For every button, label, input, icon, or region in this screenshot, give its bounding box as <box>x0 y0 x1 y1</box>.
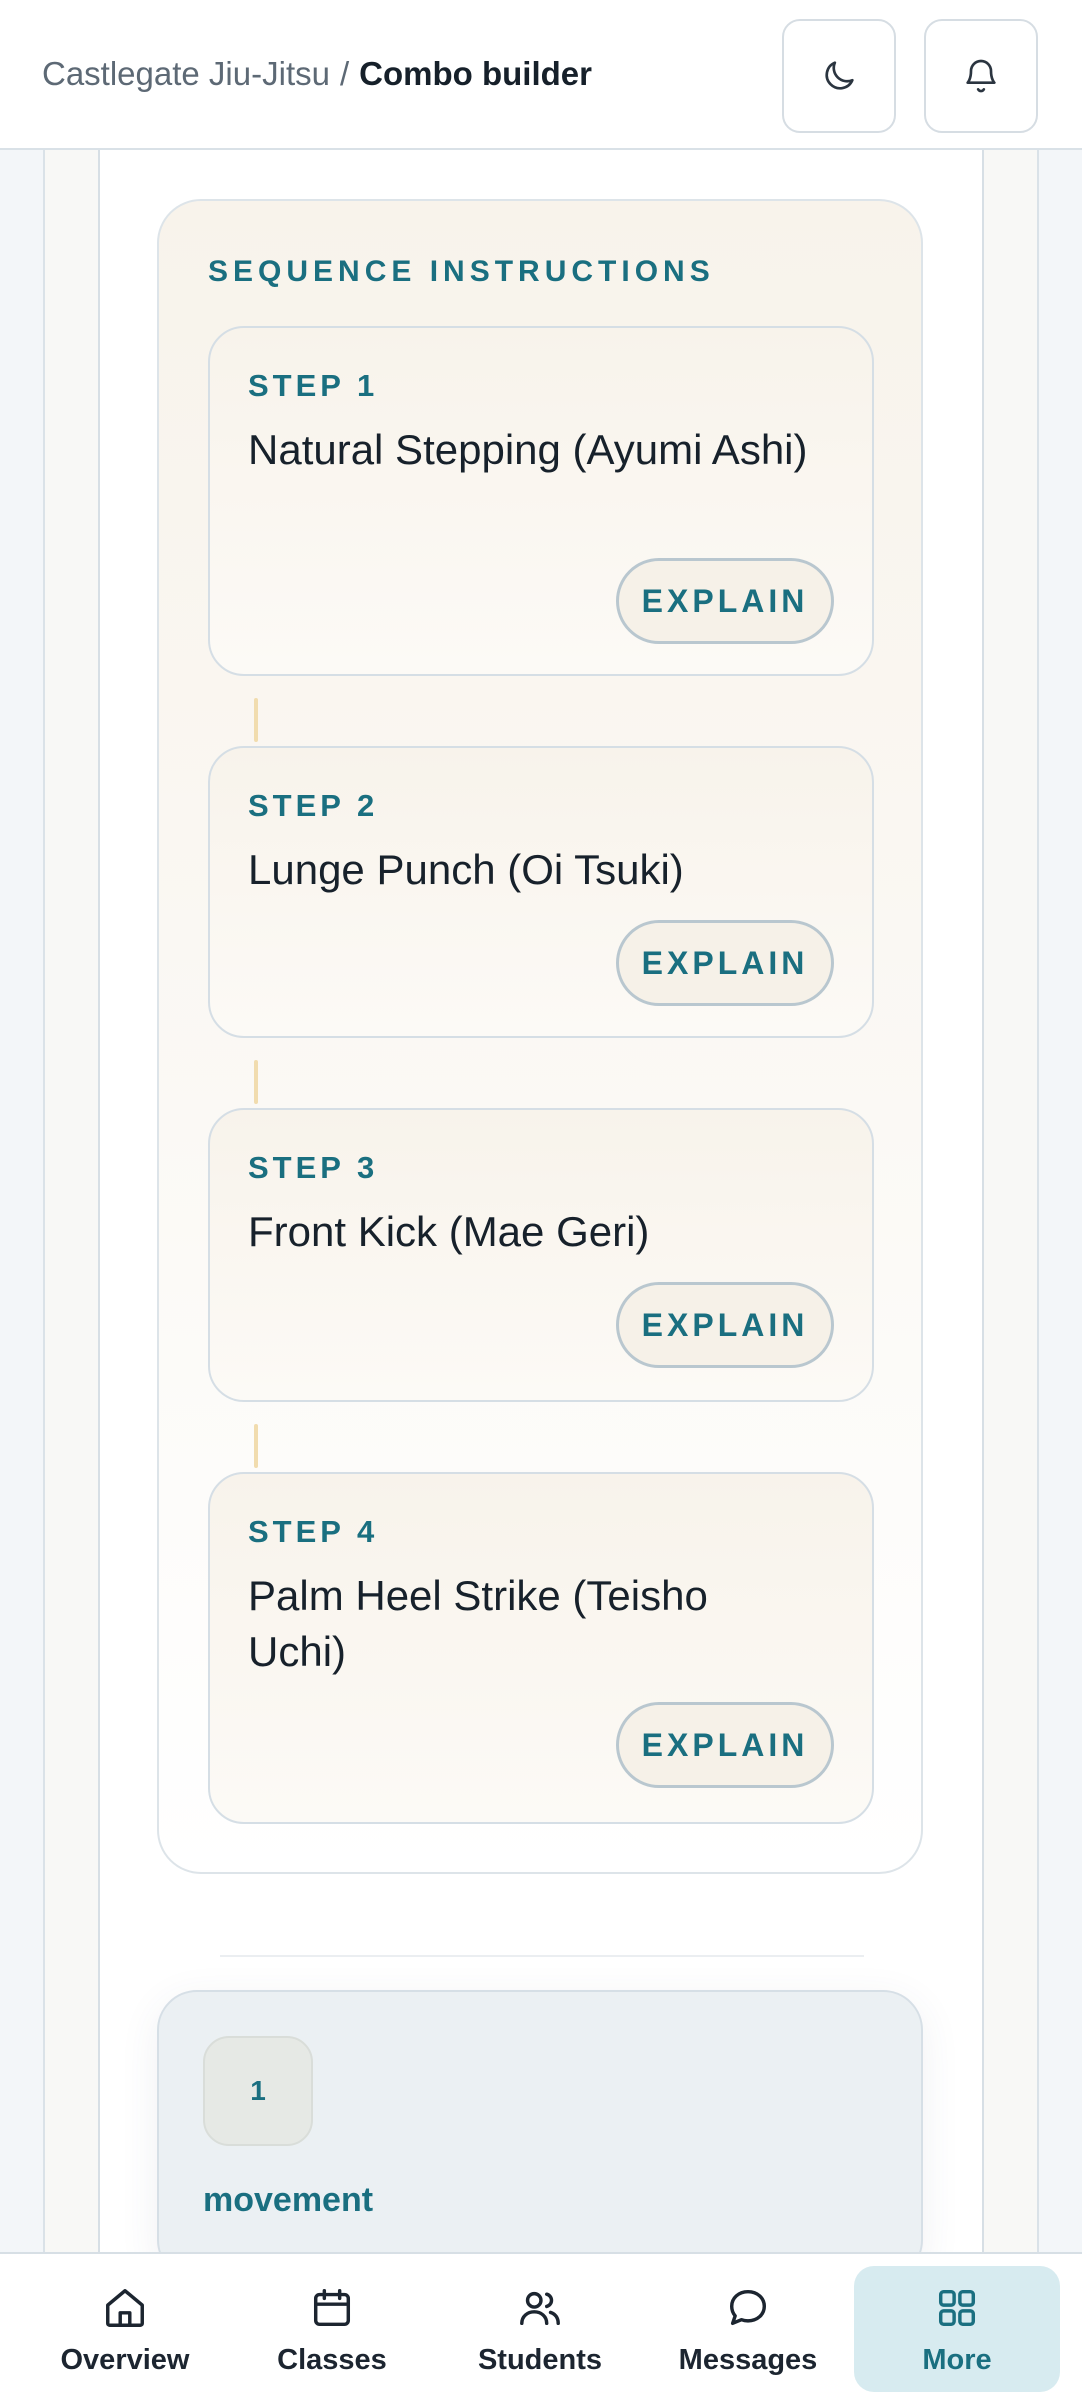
step-label: STEP 4 <box>248 1514 379 1549</box>
step-connector <box>254 1060 258 1104</box>
nav-label: Overview <box>60 2344 190 2376</box>
step-label: STEP 3 <box>248 1150 379 1185</box>
step-card-4: STEP 4 Palm Heel Strike (Teisho Uchi) EX… <box>208 1472 874 1824</box>
step-label: STEP 1 <box>248 368 379 403</box>
users-icon <box>520 2291 560 2326</box>
chat-bubble-icon <box>729 2289 767 2326</box>
step-label: STEP 2 <box>248 788 379 823</box>
nav-item-messages[interactable]: Messages <box>648 2266 848 2392</box>
breadcrumb-parent-link[interactable]: Castlegate Jiu-Jitsu <box>42 55 330 92</box>
nav-label: More <box>922 2344 992 2376</box>
nav-item-students[interactable]: Students <box>440 2266 640 2392</box>
notifications-button[interactable] <box>924 19 1038 133</box>
nav-label: Students <box>477 2344 603 2376</box>
step-card-3: STEP 3 Front Kick (Mae Geri) EXPLAIN <box>208 1108 874 1402</box>
bottom-navigation: Overview Classes Students Messages More <box>0 2252 1082 2402</box>
movement-label: movement <box>203 2181 374 2219</box>
movement-card[interactable]: 1 movement <box>157 1990 923 2280</box>
section-divider <box>220 1955 864 1957</box>
movement-count-badge: 1 <box>203 2036 313 2146</box>
step-connector <box>254 1424 258 1468</box>
breadcrumb-separator: / <box>339 55 350 92</box>
explain-button-step-3[interactable]: EXPLAIN <box>616 1282 834 1368</box>
bell-icon <box>966 59 996 93</box>
nav-item-overview[interactable]: Overview <box>25 2266 225 2392</box>
moon-icon <box>825 61 854 90</box>
nav-label: Classes <box>277 2344 387 2376</box>
explain-button-step-4[interactable]: EXPLAIN <box>616 1702 834 1788</box>
step-card-2: STEP 2 Lunge Punch (Oi Tsuki) EXPLAIN <box>208 746 874 1038</box>
step-technique: Natural Stepping (Ayumi Ashi) <box>248 426 808 473</box>
home-icon <box>106 2289 144 2327</box>
step-card-1: STEP 1 Natural Stepping (Ayumi Ashi) EXP… <box>208 326 874 676</box>
grid-icon <box>938 2289 976 2327</box>
step-technique: Palm Heel Strike (Teisho Uchi) <box>248 1572 708 1675</box>
page-title: Combo builder <box>359 55 592 92</box>
explain-button-step-1[interactable]: EXPLAIN <box>616 558 834 644</box>
explain-button-step-2[interactable]: EXPLAIN <box>616 920 834 1006</box>
nav-label: Messages <box>678 2344 818 2376</box>
step-technique: Lunge Punch (Oi Tsuki) <box>248 846 684 893</box>
step-connector <box>254 698 258 742</box>
sequence-instructions-title: SEQUENCE INSTRUCTIONS <box>208 255 715 288</box>
top-header: Castlegate Jiu-Jitsu / Combo builder <box>0 0 1082 150</box>
breadcrumb: Castlegate Jiu-Jitsu / Combo builder <box>42 50 592 98</box>
theme-toggle-button[interactable] <box>782 19 896 133</box>
calendar-icon <box>313 2289 351 2327</box>
step-technique: Front Kick (Mae Geri) <box>248 1208 650 1255</box>
nav-item-more[interactable]: More <box>854 2266 1060 2392</box>
nav-item-classes[interactable]: Classes <box>232 2266 432 2392</box>
